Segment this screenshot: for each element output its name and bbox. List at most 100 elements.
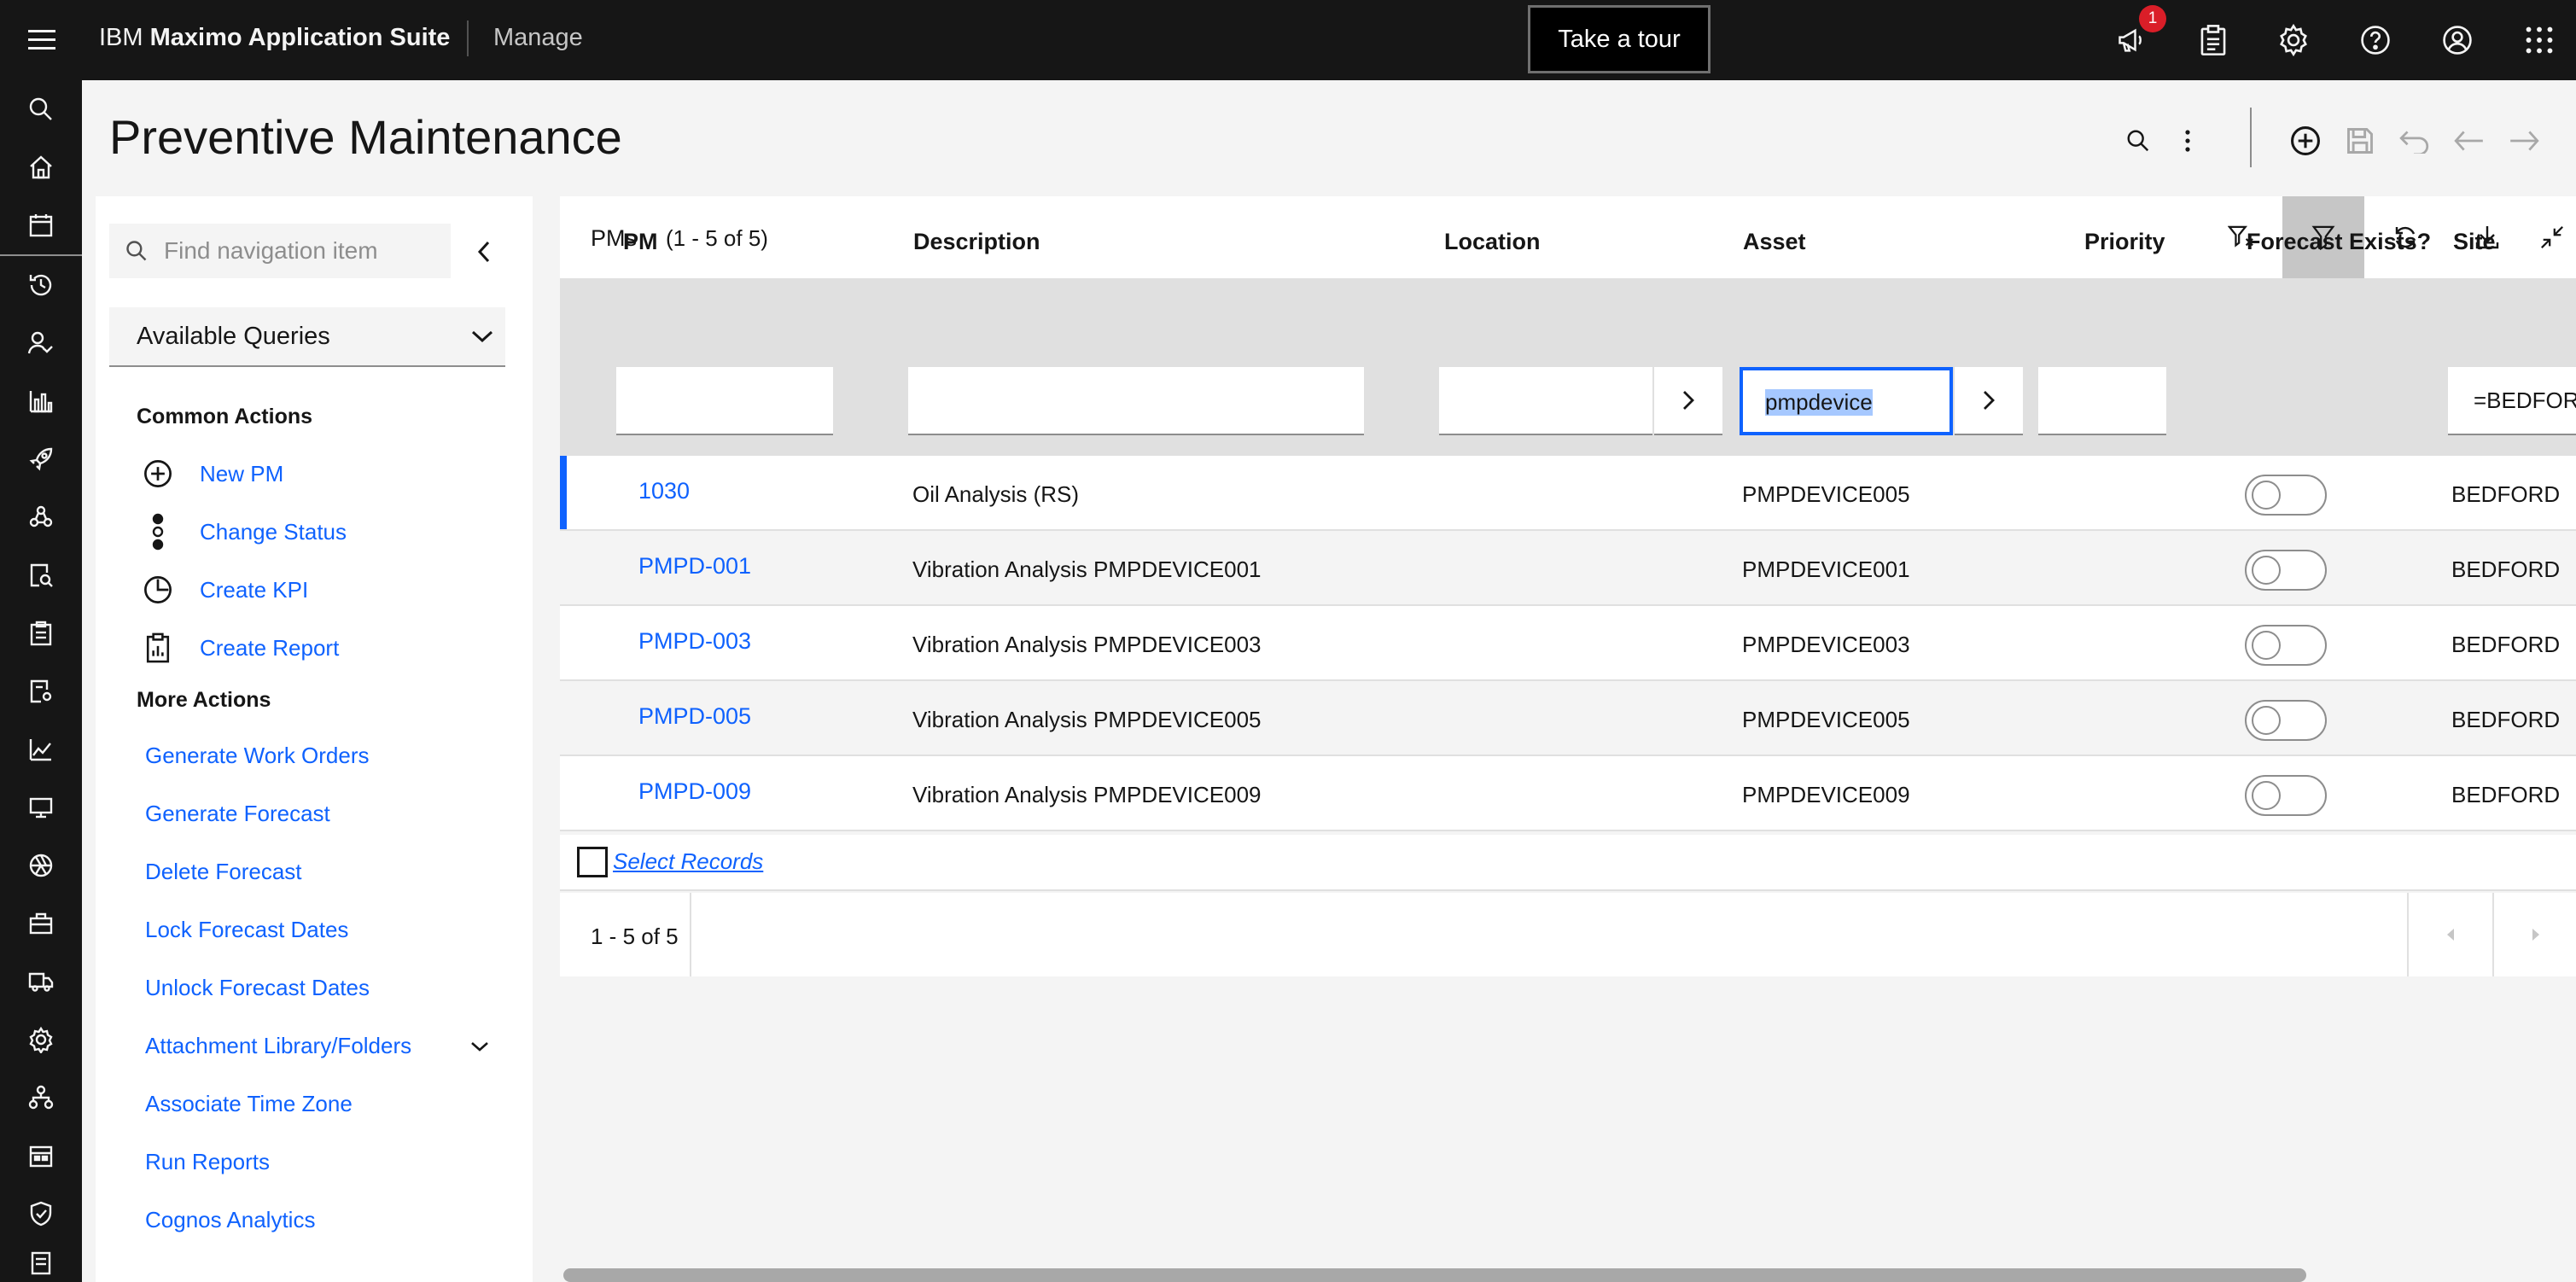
pm-link[interactable]: PMPD-001 xyxy=(638,553,751,580)
overflow-menu-icon[interactable] xyxy=(2166,119,2209,162)
monitor-icon[interactable] xyxy=(20,787,61,828)
take-a-tour-button[interactable]: Take a tour xyxy=(1528,5,1711,73)
settings-icon[interactable] xyxy=(20,1019,61,1060)
history-icon[interactable] xyxy=(20,265,61,306)
row-site: BEDFORD xyxy=(2451,632,2561,657)
select-all-checkbox[interactable] xyxy=(577,847,608,877)
action-change-status[interactable]: Change Status xyxy=(137,510,347,553)
action-cognos-analytics[interactable]: Cognos Analytics xyxy=(145,1207,315,1233)
table-row[interactable]: PMPD-003 Vibration Analysis PMPDEVICE003… xyxy=(560,606,2576,681)
line-chart-icon[interactable] xyxy=(20,729,61,770)
side-rail xyxy=(0,80,82,1282)
filter-priority-input[interactable] xyxy=(2038,367,2166,435)
document-settings-icon[interactable] xyxy=(20,671,61,712)
collapse-panel-button[interactable] xyxy=(463,230,505,273)
pm-link[interactable]: PMPD-005 xyxy=(638,703,751,730)
help-icon[interactable] xyxy=(2352,17,2398,63)
rocket-icon[interactable] xyxy=(20,439,61,480)
column-header-priority[interactable]: Priority xyxy=(2084,229,2165,255)
filter-asset-lookup-button[interactable] xyxy=(1955,367,2023,435)
network-icon[interactable] xyxy=(20,497,61,538)
action-attachment-library[interactable]: Attachment Library/Folders xyxy=(145,1033,411,1059)
arrow-left-icon[interactable] xyxy=(2448,119,2491,162)
filter-site-input[interactable]: =BEDFORD xyxy=(2448,367,2576,435)
chevron-down-icon[interactable] xyxy=(463,1029,497,1063)
menu-icon[interactable] xyxy=(20,19,63,61)
forecast-toggle[interactable] xyxy=(2245,775,2327,816)
pm-link[interactable]: 1030 xyxy=(638,478,690,504)
action-run-reports[interactable]: Run Reports xyxy=(145,1149,270,1175)
table-row[interactable]: PMPD-001 Vibration Analysis PMPDEVICE001… xyxy=(560,531,2576,606)
forecast-toggle[interactable] xyxy=(2245,550,2327,591)
toggle-knob xyxy=(2252,781,2281,810)
table-row[interactable]: PMPD-009 Vibration Analysis PMPDEVICE009… xyxy=(560,756,2576,831)
available-queries-dropdown[interactable]: Available Queries xyxy=(109,307,505,367)
clipboard-icon[interactable] xyxy=(2190,17,2236,63)
action-lock-forecast-dates[interactable]: Lock Forecast Dates xyxy=(145,917,348,943)
column-header-site[interactable]: Site xyxy=(2453,229,2496,255)
filter-pm-input[interactable] xyxy=(616,367,833,435)
action-new-pm[interactable]: New PM xyxy=(137,452,283,495)
undo-icon[interactable] xyxy=(2393,119,2436,162)
navigation-search-input[interactable]: Find navigation item xyxy=(109,224,451,278)
filter-description-input[interactable] xyxy=(908,367,1364,435)
action-associate-time-zone[interactable]: Associate Time Zone xyxy=(145,1091,353,1117)
work-order-icon[interactable] xyxy=(20,613,61,654)
column-header-description[interactable]: Description xyxy=(913,229,1040,255)
previous-page-icon[interactable] xyxy=(2429,913,2472,956)
pm-link[interactable]: PMPD-009 xyxy=(638,778,751,805)
user-avatar-icon[interactable] xyxy=(2434,17,2480,63)
filter-location-lookup-button[interactable] xyxy=(1654,367,1722,435)
bar-chart-icon[interactable] xyxy=(20,381,61,422)
action-delete-forecast[interactable]: Delete Forecast xyxy=(145,859,302,885)
document-list-icon[interactable] xyxy=(20,1243,61,1282)
forecast-toggle[interactable] xyxy=(2245,625,2327,666)
table-row[interactable]: 1030 Oil Analysis (RS) PMPDEVICE005 BEDF… xyxy=(560,456,2576,531)
column-header-location[interactable]: Location xyxy=(1444,229,1541,255)
action-create-kpi[interactable]: Create KPI xyxy=(137,568,308,611)
save-icon[interactable] xyxy=(2339,119,2381,162)
shield-check-icon[interactable] xyxy=(20,1193,61,1234)
forecast-toggle[interactable] xyxy=(2245,700,2327,741)
select-records-link[interactable]: Select Records xyxy=(613,848,763,875)
gear-icon[interactable] xyxy=(2270,17,2317,63)
row-site: BEDFORD xyxy=(2451,481,2561,507)
action-generate-work-orders[interactable]: Generate Work Orders xyxy=(145,743,370,769)
add-circle-icon xyxy=(137,452,179,495)
row-description: Vibration Analysis PMPDEVICE003 xyxy=(912,632,1262,657)
column-header-pm[interactable]: PM xyxy=(623,229,658,255)
search-document-icon[interactable] xyxy=(20,555,61,596)
filter-location-input[interactable] xyxy=(1439,367,1652,435)
column-header-forecast-exists[interactable]: Forecast Exists? xyxy=(2247,229,2431,255)
action-generate-forecast[interactable]: Generate Forecast xyxy=(145,801,330,827)
brand-name[interactable]: IBM Maximo Application Suite xyxy=(99,24,450,52)
column-header-asset[interactable]: Asset xyxy=(1743,229,1806,255)
arrow-right-icon[interactable] xyxy=(2503,119,2545,162)
brand-suite: Maximo Application Suite xyxy=(149,24,451,51)
clock-pie-icon xyxy=(137,568,179,611)
user-check-icon[interactable] xyxy=(20,323,61,364)
pm-link[interactable]: PMPD-003 xyxy=(638,628,751,655)
search-icon[interactable] xyxy=(2117,119,2159,162)
forecast-toggle[interactable] xyxy=(2245,475,2327,516)
horizontal-scrollbar[interactable] xyxy=(563,1268,2306,1282)
filter-asset-input[interactable]: pmpdevice xyxy=(1740,367,1953,435)
next-page-icon[interactable] xyxy=(2515,913,2557,956)
common-actions-heading: Common Actions xyxy=(137,405,313,428)
briefcase-icon[interactable] xyxy=(20,903,61,944)
table-row[interactable]: PMPD-005 Vibration Analysis PMPDEVICE005… xyxy=(560,681,2576,756)
minimize-icon[interactable] xyxy=(2528,196,2576,278)
aperture-icon[interactable] xyxy=(20,845,61,886)
hierarchy-icon[interactable] xyxy=(20,1077,61,1118)
add-icon[interactable] xyxy=(2284,119,2327,162)
home-icon[interactable] xyxy=(20,147,61,188)
row-asset: PMPDEVICE005 xyxy=(1742,481,1910,507)
delivery-truck-icon[interactable] xyxy=(20,961,61,1002)
app-switcher-icon[interactable] xyxy=(2516,17,2562,63)
search-icon[interactable] xyxy=(20,89,61,130)
action-create-report[interactable]: Create Report xyxy=(137,626,339,669)
calendar-icon[interactable] xyxy=(20,205,61,246)
action-label: Create Report xyxy=(200,634,340,661)
calendar-grid-icon[interactable] xyxy=(20,1135,61,1176)
action-unlock-forecast-dates[interactable]: Unlock Forecast Dates xyxy=(145,975,370,1001)
